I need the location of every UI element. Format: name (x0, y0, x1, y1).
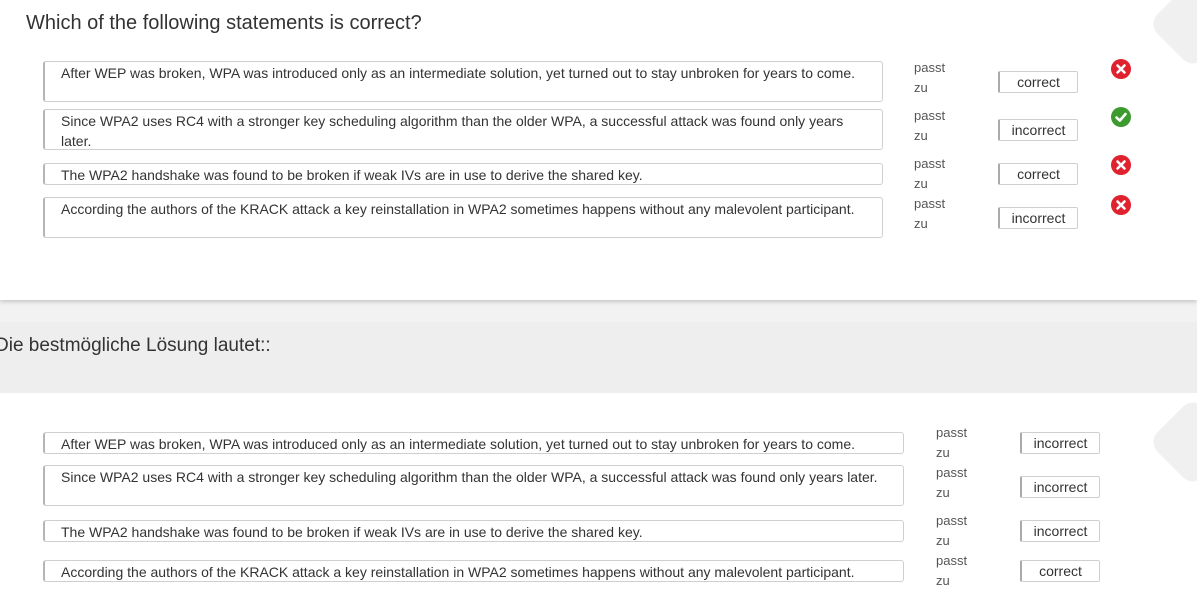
x-circle-icon (1111, 59, 1131, 79)
answer-dropdown[interactable]: incorrect (998, 119, 1078, 141)
solution-statement-box: The WPA2 handshake was found to be broke… (43, 520, 904, 542)
passt-zu-label: passt zu (936, 465, 968, 500)
solution-statement-box: According the authors of the KRACK attac… (43, 560, 904, 582)
check-circle-icon (1111, 107, 1131, 127)
answer-dropdown[interactable]: correct (998, 163, 1078, 185)
question-panel: Which of the following statements is cor… (0, 0, 1197, 300)
question-title: Which of the following statements is cor… (26, 12, 422, 34)
solution-answer: incorrect (1020, 476, 1100, 498)
statement-box: After WEP was broken, WPA was introduced… (43, 61, 883, 102)
panel-corner-decoration (1147, 0, 1197, 70)
solution-statement-box: After WEP was broken, WPA was introduced… (43, 432, 904, 454)
solution-header-band (0, 322, 1197, 393)
solution-answer: correct (1020, 560, 1100, 582)
solution-answer: incorrect (1020, 520, 1100, 542)
x-circle-icon (1111, 195, 1131, 215)
statement-box: According the authors of the KRACK attac… (43, 197, 883, 238)
solution-panel: After WEP was broken, WPA was introduced… (0, 393, 1197, 610)
solution-statement-box: Since WPA2 uses RC4 with a stronger key … (43, 465, 904, 506)
passt-zu-label: passt zu (914, 108, 946, 143)
statement-box: Since WPA2 uses RC4 with a stronger key … (43, 109, 883, 150)
answer-dropdown[interactable]: correct (998, 71, 1078, 93)
statement-box: The WPA2 handshake was found to be broke… (43, 163, 883, 185)
solution-heading: Die bestmögliche Lösung lautet:: (0, 335, 271, 356)
passt-zu-label: passt zu (914, 196, 946, 231)
panel-corner-decoration (1147, 396, 1197, 488)
passt-zu-label: passt zu (936, 513, 968, 548)
solution-answer: incorrect (1020, 432, 1100, 454)
answer-dropdown[interactable]: incorrect (998, 207, 1078, 229)
passt-zu-label: passt zu (914, 60, 946, 95)
passt-zu-label: passt zu (914, 156, 946, 191)
x-circle-icon (1111, 155, 1131, 175)
passt-zu-label: passt zu (936, 553, 968, 588)
passt-zu-label: passt zu (936, 425, 968, 460)
